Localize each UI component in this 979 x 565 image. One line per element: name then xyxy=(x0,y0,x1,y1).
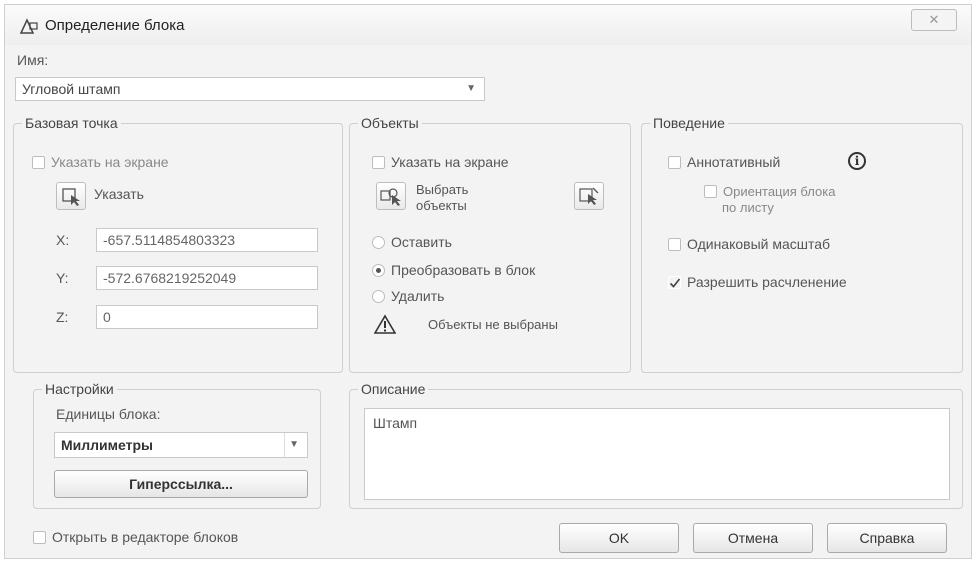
uniform-scale-checkbox[interactable]: Одинаковый масштаб xyxy=(668,236,830,252)
hyperlink-button[interactable]: Гиперссылка... xyxy=(54,470,308,498)
objects-specify-on-screen-checkbox[interactable]: Указать на экране xyxy=(372,154,509,170)
no-objects-selected-text: Объекты не выбраны xyxy=(428,317,558,332)
description-textarea[interactable]: Штамп xyxy=(364,408,950,500)
radio-circle[interactable] xyxy=(372,289,385,303)
z-value: 0 xyxy=(103,309,111,325)
match-orientation-checkbox[interactable]: Ориентация блока xyxy=(704,184,835,199)
select-objects-label-1: Выбрать xyxy=(416,182,469,197)
dialog-title: Определение блока xyxy=(45,17,185,34)
quick-select-icon xyxy=(579,187,599,205)
checkbox-box[interactable] xyxy=(668,155,681,169)
retain-radio[interactable]: Оставить xyxy=(372,234,452,250)
y-field[interactable]: -572.6768219252049 xyxy=(96,266,318,290)
convert-to-block-radio[interactable]: Преобразовать в блок xyxy=(372,262,535,278)
match-orientation-label-2: по листу xyxy=(722,200,774,215)
pick-point-button[interactable] xyxy=(56,182,86,210)
delete-radio[interactable]: Удалить xyxy=(372,288,444,304)
checkbox-box[interactable] xyxy=(372,155,385,169)
behavior-group: Поведение Аннотативный i Ориентация блок… xyxy=(641,115,963,373)
hyperlink-label: Гиперссылка... xyxy=(129,476,233,492)
checkbox-box[interactable] xyxy=(32,155,45,169)
base-point-title: Базовая точка xyxy=(22,115,121,131)
radio-circle[interactable] xyxy=(372,263,385,277)
settings-group: Настройки Единицы блока: Миллиметры ▼ Ги… xyxy=(33,381,321,509)
checkbox-box[interactable] xyxy=(668,237,681,251)
name-combobox[interactable]: Угловой штамп ▼ xyxy=(15,77,485,101)
checkbox-box[interactable] xyxy=(668,275,681,289)
warning-icon xyxy=(374,314,396,334)
help-label: Справка xyxy=(859,530,915,546)
allow-explode-label: Разрешить расчленение xyxy=(687,274,847,290)
select-objects-button[interactable] xyxy=(376,182,406,210)
block-units-value: Миллиметры xyxy=(61,437,153,453)
quick-select-button[interactable] xyxy=(574,182,604,210)
base-specify-on-screen-checkbox[interactable]: Указать на экране xyxy=(32,154,169,170)
objects-group: Объекты Указать на экране Выбрать объект… xyxy=(349,115,631,373)
select-objects-icon xyxy=(380,188,401,206)
description-group: Описание Штамп xyxy=(349,381,963,509)
info-icon[interactable]: i xyxy=(848,152,866,170)
checkbox-box[interactable] xyxy=(33,530,46,544)
name-label: Имя: xyxy=(17,52,49,68)
pick-point-label: Указать xyxy=(94,186,144,202)
description-title: Описание xyxy=(358,381,429,397)
open-in-block-editor-label: Открыть в редакторе блоков xyxy=(52,529,239,545)
x-label: X: xyxy=(56,232,70,248)
allow-explode-checkbox[interactable]: Разрешить расчленение xyxy=(668,274,847,290)
block-units-combobox[interactable]: Миллиметры ▼ xyxy=(54,432,308,458)
cancel-button[interactable]: Отмена xyxy=(693,523,813,553)
base-specify-on-screen-label: Указать на экране xyxy=(51,154,169,170)
title-bar: Определение блока ✕ xyxy=(5,5,971,45)
delete-label: Удалить xyxy=(391,288,445,304)
ok-button[interactable]: OK xyxy=(559,523,679,553)
annotative-checkbox[interactable]: Аннотативный xyxy=(668,154,780,170)
convert-to-block-label: Преобразовать в блок xyxy=(391,262,536,278)
x-value: -657.5114854803323 xyxy=(103,232,236,248)
retain-label: Оставить xyxy=(391,234,452,250)
objects-specify-on-screen-label: Указать на экране xyxy=(391,154,509,170)
annotative-label: Аннотативный xyxy=(687,154,781,170)
checkbox-box[interactable] xyxy=(704,185,717,199)
close-button[interactable]: ✕ xyxy=(911,9,957,31)
behavior-title: Поведение xyxy=(650,115,728,131)
x-field[interactable]: -657.5114854803323 xyxy=(96,228,318,252)
description-value: Штамп xyxy=(373,415,418,431)
close-icon: ✕ xyxy=(928,12,940,27)
base-point-group: Базовая точка Указать на экране Указать … xyxy=(13,115,343,373)
checkmark-icon xyxy=(669,278,681,288)
y-label: Y: xyxy=(56,270,69,286)
pick-point-icon xyxy=(62,188,80,206)
objects-title: Объекты xyxy=(358,115,422,131)
cancel-label: Отмена xyxy=(727,530,779,546)
block-definition-dialog: Определение блока ✕ Имя: Угловой штамп ▼… xyxy=(4,4,972,559)
open-in-block-editor-checkbox[interactable]: Открыть в редакторе блоков xyxy=(33,529,238,545)
block-units-label: Единицы блока: xyxy=(56,406,161,422)
y-value: -572.6768219252049 xyxy=(103,270,237,286)
z-field[interactable]: 0 xyxy=(96,305,318,329)
block-definition-icon xyxy=(19,18,38,34)
ok-label: OK xyxy=(608,530,630,546)
uniform-scale-label: Одинаковый масштаб xyxy=(687,236,831,252)
name-value: Угловой штамп xyxy=(22,81,121,97)
z-label: Z: xyxy=(56,309,69,325)
match-orientation-label-1: Ориентация блока xyxy=(723,184,836,199)
help-button[interactable]: Справка xyxy=(827,523,947,553)
select-objects-label-2: объекты xyxy=(416,198,467,213)
chevron-down-icon[interactable]: ▼ xyxy=(466,78,476,100)
radio-circle[interactable] xyxy=(372,235,385,249)
chevron-down-icon[interactable]: ▼ xyxy=(284,433,299,457)
settings-title: Настройки xyxy=(42,381,117,397)
